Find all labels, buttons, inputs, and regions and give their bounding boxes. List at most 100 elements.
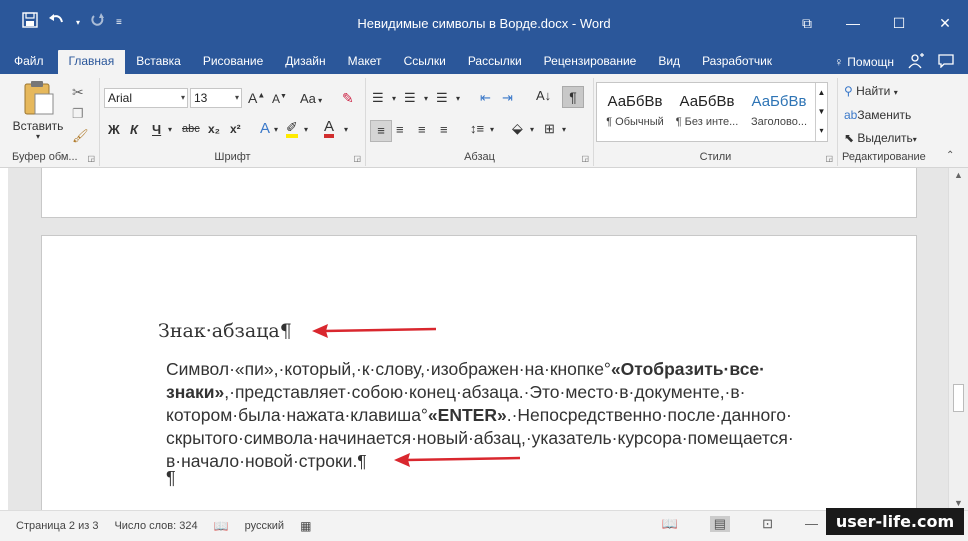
scroll-up-icon[interactable]: ▲: [949, 170, 968, 180]
paragraph-launcher-icon[interactable]: ◲: [581, 154, 589, 163]
style-normal[interactable]: АаБбВв ¶ Обычный: [599, 83, 671, 141]
line-spacing-dropdown-icon[interactable]: ▾: [490, 125, 494, 134]
font-color-icon[interactable]: A: [324, 119, 335, 138]
style-heading1-sample: АаБбВв: [751, 93, 807, 110]
paste-dropdown-icon: ▾: [35, 132, 40, 141]
bold-button[interactable]: Ж: [108, 122, 120, 137]
font-size-combo[interactable]: 13 ▾: [190, 88, 242, 108]
tab-mailings[interactable]: Рассылки: [457, 50, 533, 74]
tell-me-box[interactable]: ♀ Помощн: [834, 55, 894, 69]
close-icon[interactable]: ✕: [922, 8, 968, 38]
replace-button[interactable]: abЗаменить: [844, 108, 911, 122]
tab-insert[interactable]: Вставка: [125, 50, 192, 74]
text-effects-dropdown-icon[interactable]: ▾: [274, 125, 278, 134]
tab-design[interactable]: Дизайн: [274, 50, 336, 74]
shading-icon[interactable]: ⬙: [512, 120, 523, 137]
increase-indent-icon[interactable]: ⇥: [502, 90, 513, 106]
underline-button[interactable]: Ч: [152, 122, 161, 137]
show-marks-icon[interactable]: ¶: [562, 86, 584, 108]
decrease-indent-icon[interactable]: ⇤: [480, 90, 491, 106]
style-no-spacing-name: ¶ Без инте...: [675, 116, 739, 128]
bullets-icon[interactable]: ☰: [372, 90, 384, 106]
clipboard-launcher-icon[interactable]: ◲: [87, 154, 95, 163]
font-launcher-icon[interactable]: ◲: [353, 154, 361, 163]
multilevel-list-icon[interactable]: ☰: [436, 90, 448, 106]
tab-review[interactable]: Рецензирование: [533, 50, 648, 74]
styles-gallery: АаБбВв ¶ Обычный АаБбВв ¶ Без инте... Аа…: [596, 82, 828, 142]
language-indicator[interactable]: русский: [245, 520, 284, 532]
clipboard-group: Вставить ▾ ✂ ❐ 🖌 Буфер обм... ◲: [0, 78, 100, 166]
clipboard-group-label: Буфер обм...: [12, 151, 78, 163]
editing-group: ⚲ Найти ▾ abЗаменить ⬉ Выделить▾ Редакти…: [838, 78, 934, 166]
line-spacing-icon[interactable]: ↕≡: [470, 121, 484, 136]
styles-scroll-down-icon[interactable]: ▼: [815, 102, 827, 121]
print-layout-icon[interactable]: ▤: [709, 516, 731, 532]
numbering-dropdown-icon[interactable]: ▾: [424, 94, 428, 103]
styles-scroll-up-icon[interactable]: ▲: [815, 83, 827, 102]
tab-developer[interactable]: Разработчик: [691, 50, 783, 74]
font-color-dropdown-icon[interactable]: ▾: [344, 125, 348, 134]
format-painter-icon[interactable]: 🖌: [72, 128, 89, 144]
borders-icon[interactable]: ⊞: [544, 121, 555, 137]
align-left-icon[interactable]: ≡: [370, 120, 392, 142]
font-name-combo[interactable]: Arial ▾: [104, 88, 188, 108]
grow-font-button[interactable]: A▲: [248, 90, 265, 106]
style-normal-sample: АаБбВв: [607, 93, 663, 110]
tab-draw[interactable]: Рисование: [192, 50, 274, 74]
copy-icon[interactable]: ❐: [72, 106, 84, 122]
scroll-down-icon[interactable]: ▼: [949, 498, 968, 508]
tab-home[interactable]: Главная: [57, 50, 126, 74]
clear-formatting-icon[interactable]: ✎: [342, 90, 354, 107]
text-effects-icon[interactable]: A: [260, 120, 270, 137]
sort-icon[interactable]: A↓: [536, 88, 551, 103]
styles-more-icon[interactable]: ▾: [815, 121, 827, 141]
select-button[interactable]: ⬉ Выделить▾: [844, 131, 917, 145]
ribbon-tabs: Файл Главная Вставка Рисование Дизайн Ма…: [0, 48, 968, 74]
font-size-dropdown-icon: ▾: [234, 93, 239, 102]
proofing-icon[interactable]: 📖: [214, 519, 229, 533]
strikethrough-button[interactable]: abc: [182, 123, 200, 135]
style-heading1[interactable]: АаБбВв Заголово...: [743, 83, 815, 141]
comments-icon[interactable]: [938, 53, 954, 71]
style-no-spacing[interactable]: АаБбВв ¶ Без инте...: [671, 83, 743, 141]
align-center-icon[interactable]: ≡: [396, 122, 404, 137]
subscript-button[interactable]: x₂: [208, 122, 220, 136]
macro-record-icon[interactable]: ▦: [300, 519, 311, 533]
tab-layout[interactable]: Макет: [337, 50, 393, 74]
multilevel-dropdown-icon[interactable]: ▾: [456, 94, 460, 103]
justify-icon[interactable]: ≡: [440, 122, 448, 137]
zoom-out-icon[interactable]: —: [805, 516, 818, 532]
minimize-icon[interactable]: —: [830, 8, 876, 38]
superscript-button[interactable]: x²: [230, 122, 241, 136]
shrink-font-button[interactable]: A▼: [272, 92, 287, 106]
italic-button[interactable]: К: [130, 122, 138, 137]
tab-references[interactable]: Ссылки: [393, 50, 457, 74]
tab-view[interactable]: Вид: [647, 50, 691, 74]
paste-button[interactable]: Вставить ▾: [12, 80, 64, 141]
web-layout-icon[interactable]: ⊡: [762, 516, 773, 532]
ribbon-display-icon[interactable]: ⧉: [784, 8, 830, 38]
borders-dropdown-icon[interactable]: ▾: [562, 125, 566, 134]
cut-icon[interactable]: ✂: [72, 84, 84, 101]
word-count[interactable]: Число слов: 324: [114, 520, 197, 532]
document-heading[interactable]: Знак·абзаца¶: [158, 320, 292, 342]
change-case-button[interactable]: Aa ▾: [300, 91, 322, 106]
collapse-ribbon-icon[interactable]: ⌃: [946, 150, 954, 161]
shading-dropdown-icon[interactable]: ▾: [530, 125, 534, 134]
read-mode-icon[interactable]: 📖: [662, 516, 678, 532]
maximize-icon[interactable]: ☐: [876, 8, 922, 38]
highlight-dropdown-icon[interactable]: ▾: [304, 125, 308, 134]
bullets-dropdown-icon[interactable]: ▾: [392, 94, 396, 103]
find-button[interactable]: ⚲ Найти ▾: [844, 84, 898, 98]
vertical-scrollbar[interactable]: ▲ ▼: [948, 168, 968, 510]
numbering-icon[interactable]: ☰: [404, 90, 416, 106]
tab-file[interactable]: Файл: [0, 50, 58, 74]
highlight-icon[interactable]: ✐: [286, 120, 298, 138]
styles-launcher-icon[interactable]: ◲: [825, 154, 833, 163]
empty-paragraph-mark[interactable]: ¶: [166, 468, 176, 489]
underline-dropdown-icon[interactable]: ▾: [168, 125, 172, 134]
page-indicator[interactable]: Страница 2 из 3: [16, 520, 98, 532]
share-icon[interactable]: [908, 52, 924, 72]
scroll-thumb[interactable]: [953, 384, 964, 412]
align-right-icon[interactable]: ≡: [418, 122, 426, 137]
